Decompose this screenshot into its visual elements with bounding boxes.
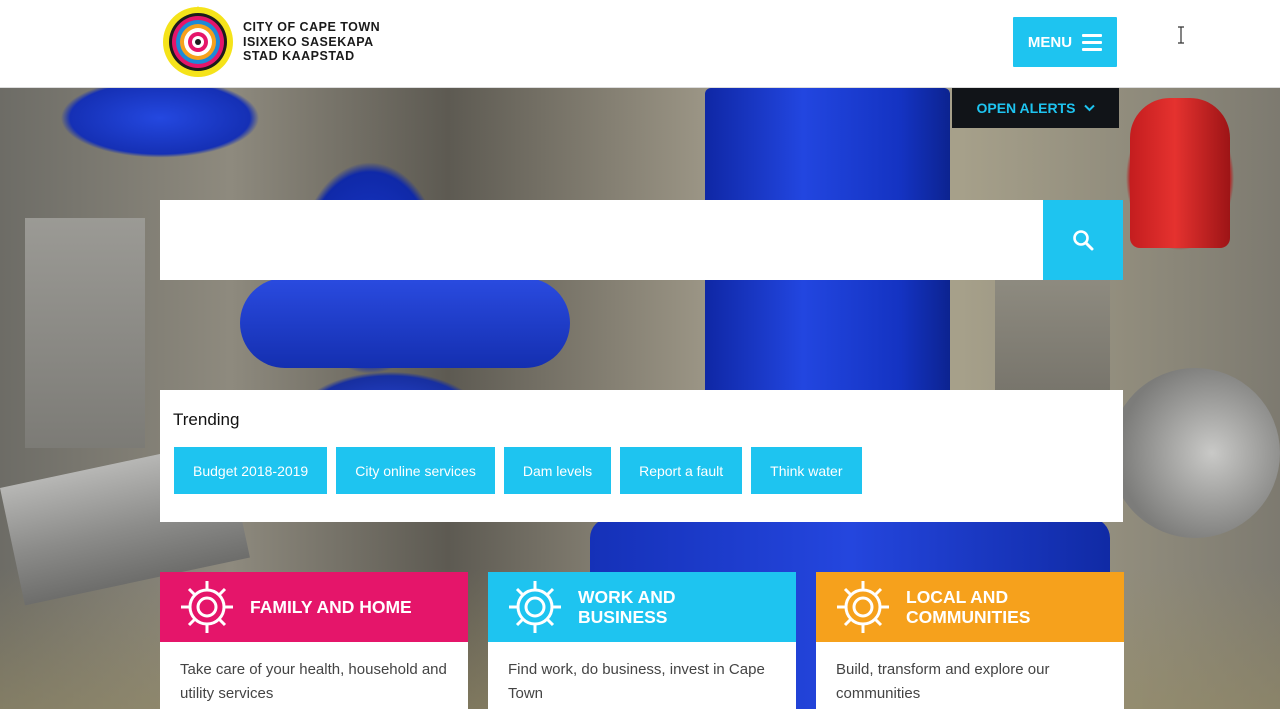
card-header[interactable]: WORK AND BUSINESS — [488, 572, 796, 642]
gear-icon — [509, 581, 561, 633]
card-description: Find work, do business, invest in Cape T… — [508, 661, 765, 702]
trending-chip-report-fault[interactable]: Report a fault — [620, 447, 743, 494]
search-input[interactable] — [160, 200, 1043, 280]
card-work-and-business[interactable]: WORK AND BUSINESS Find work, do business… — [488, 572, 796, 709]
menu-button[interactable]: MENU — [1013, 17, 1117, 67]
trending-panel: Trending Budget 2018-2019 City online se… — [160, 390, 1123, 522]
card-header[interactable]: FAMILY AND HOME — [160, 572, 468, 642]
open-alerts-label: OPEN ALERTS — [976, 100, 1076, 116]
open-alerts-button[interactable]: OPEN ALERTS — [952, 88, 1119, 128]
search-button[interactable] — [1043, 200, 1123, 280]
city-logo[interactable] — [162, 6, 234, 78]
gear-icon — [181, 581, 233, 633]
hero-banner: OPEN ALERTS Trending Budget 2018-2019 Ci… — [0, 88, 1280, 709]
menu-label: MENU — [1027, 33, 1073, 51]
card-title: LOCAL AND COMMUNITIES — [906, 587, 1031, 627]
card-description: Take care of your health, household and … — [180, 661, 447, 702]
hero-photo-part — [240, 278, 570, 368]
hero-photo-part — [25, 218, 145, 448]
trending-chip-dam-levels[interactable]: Dam levels — [503, 447, 612, 494]
logo-line-3: STAD KAAPSTAD — [243, 49, 355, 63]
card-header[interactable]: LOCAL AND COMMUNITIES — [816, 572, 1124, 642]
chevron-down-icon — [1083, 104, 1095, 112]
card-local-and-communities[interactable]: LOCAL AND COMMUNITIES Build, transform a… — [816, 572, 1124, 709]
text-cursor-icon — [1178, 26, 1184, 44]
card-family-and-home[interactable]: FAMILY AND HOME Take care of your health… — [160, 572, 468, 709]
search-bar — [160, 200, 1123, 280]
trending-chip-budget[interactable]: Budget 2018-2019 — [174, 447, 328, 494]
card-title: WORK AND BUSINESS — [578, 587, 676, 627]
search-icon — [1073, 230, 1094, 251]
logo-line-1: CITY OF CAPE TOWN — [243, 20, 381, 34]
logo-text[interactable]: CITY OF CAPE TOWN ISIXEKO SASEKAPA STAD … — [243, 20, 380, 64]
site-header: CITY OF CAPE TOWN ISIXEKO SASEKAPA STAD … — [0, 0, 1280, 88]
hero-photo-part — [1110, 368, 1280, 538]
trending-title: Trending — [173, 410, 240, 429]
hero-photo-part — [1130, 98, 1230, 248]
hamburger-icon — [1082, 33, 1103, 51]
gear-icon — [837, 581, 889, 633]
trending-chip-online-services[interactable]: City online services — [336, 447, 495, 494]
card-description: Build, transform and explore our communi… — [836, 661, 1050, 702]
trending-chip-think-water[interactable]: Think water — [751, 447, 862, 494]
logo-line-2: ISIXEKO SASEKAPA — [243, 34, 374, 49]
trending-list: Budget 2018-2019 City online services Da… — [174, 447, 862, 494]
card-title: FAMILY AND HOME — [250, 597, 412, 617]
